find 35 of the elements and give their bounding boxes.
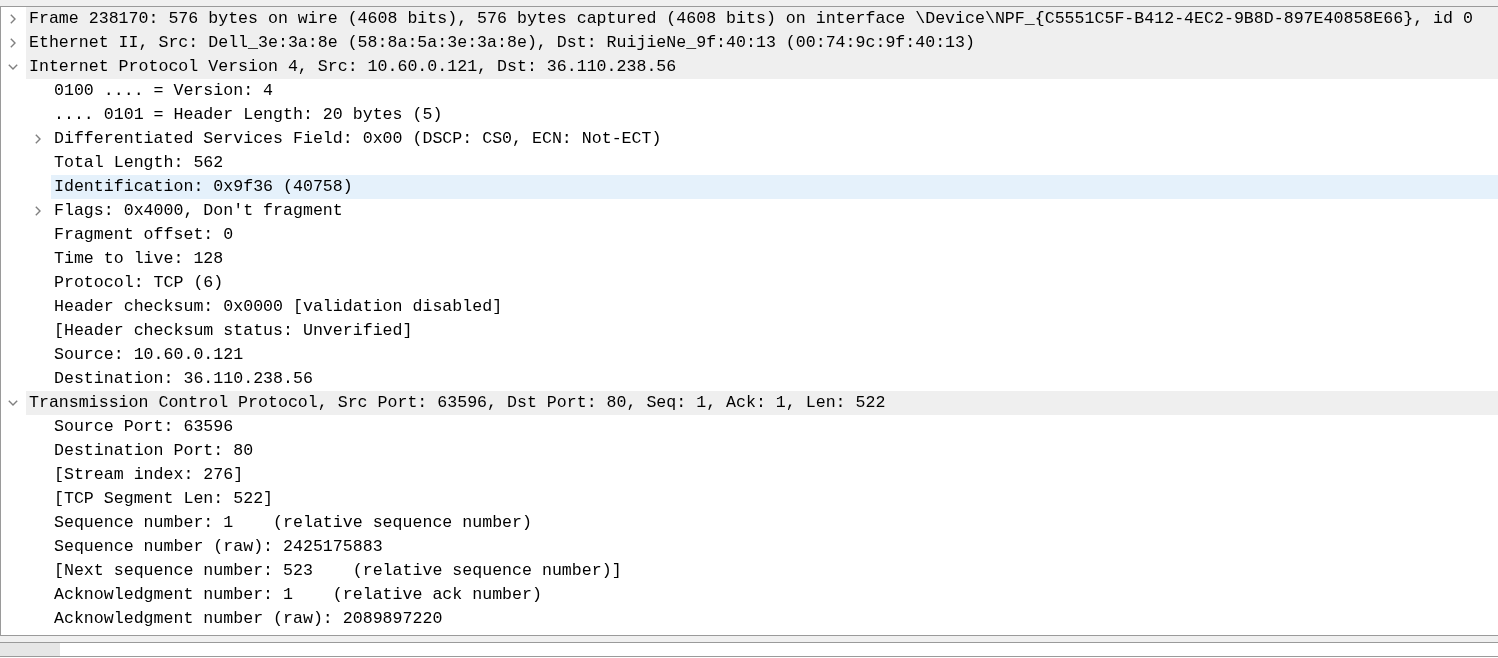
tree-item[interactable]: Destination Port: 80 [51, 439, 257, 463]
tree-item[interactable]: Differentiated Services Field: 0x00 (DSCP: CS0, ECN: Not-ECT) [51, 127, 665, 151]
chevron-right-icon[interactable] [35, 206, 41, 216]
tree-item[interactable]: .... 0101 = Header Length: 20 bytes (5) [51, 103, 446, 127]
chevron-down-icon[interactable] [8, 400, 18, 406]
tree-item[interactable]: 0100 .... = Version: 4 [51, 79, 277, 103]
tree-item[interactable]: Internet Protocol Version 4, Src: 10.60.0.121, Dst: 36.110.238.56 [26, 55, 1498, 79]
tree-item[interactable]: Transmission Control Protocol, Src Port: 63596, Dst Port: 80, Seq: 1, Ack: 1, Len: 522 [26, 391, 1498, 415]
horizontal-scrollbar[interactable] [0, 642, 1498, 657]
scrollbar-thumb[interactable] [0, 643, 60, 656]
chevron-right-icon[interactable] [35, 134, 41, 144]
tree-item[interactable]: Sequence number (raw): 2425175883 [51, 535, 386, 559]
tree-item[interactable]: Frame 238170: 576 bytes on wire (4608 bits), 576 bytes captured (4608 bits) on interface \Device\NPF_{C5551C5F-B412-4EC2-9B8D-897E40858E66}, id 0 [26, 7, 1498, 31]
tree-item[interactable]: Identification: 0x9f36 (40758) [51, 175, 1498, 199]
chevron-right-icon[interactable] [10, 38, 16, 48]
tree-item[interactable]: Destination: 36.110.238.56 [51, 367, 316, 391]
tree-item[interactable]: Acknowledgment number: 1 (relative ack number) [51, 583, 545, 607]
tree-item[interactable]: Flags: 0x4000, Don't fragment [51, 199, 346, 223]
chevron-down-icon[interactable] [8, 64, 18, 70]
tree-item[interactable]: [Header checksum status: Unverified] [51, 319, 416, 343]
tree-item[interactable]: Time to live: 128 [51, 247, 227, 271]
tree-item[interactable]: Sequence number: 1 (relative sequence number) [51, 511, 535, 535]
tree-item[interactable]: Fragment offset: 0 [51, 223, 237, 247]
tree-item[interactable]: Total Length: 562 [51, 151, 227, 175]
chevron-right-icon[interactable] [10, 14, 16, 24]
tree-item[interactable]: [Stream index: 276] [51, 463, 247, 487]
tree-item[interactable]: Source Port: 63596 [51, 415, 237, 439]
tree-item[interactable]: Header checksum: 0x0000 [validation disabled] [51, 295, 506, 319]
tree-item[interactable]: Protocol: TCP (6) [51, 271, 227, 295]
tree-item[interactable]: [TCP Segment Len: 522] [51, 487, 277, 511]
tree-item[interactable]: [Next sequence number: 523 (relative sequence number)] [51, 559, 625, 583]
tree-item[interactable]: Source: 10.60.0.121 [51, 343, 247, 367]
tree-item[interactable]: Acknowledgment number (raw): 2089897220 [51, 607, 446, 631]
pane-splitter[interactable] [0, 0, 1498, 7]
tree-item[interactable]: Ethernet II, Src: Dell_3e:3a:8e (58:8a:5a:3e:3a:8e), Dst: RuijieNe_9f:40:13 (00:74:9c:9f:40:13) [26, 31, 1498, 55]
